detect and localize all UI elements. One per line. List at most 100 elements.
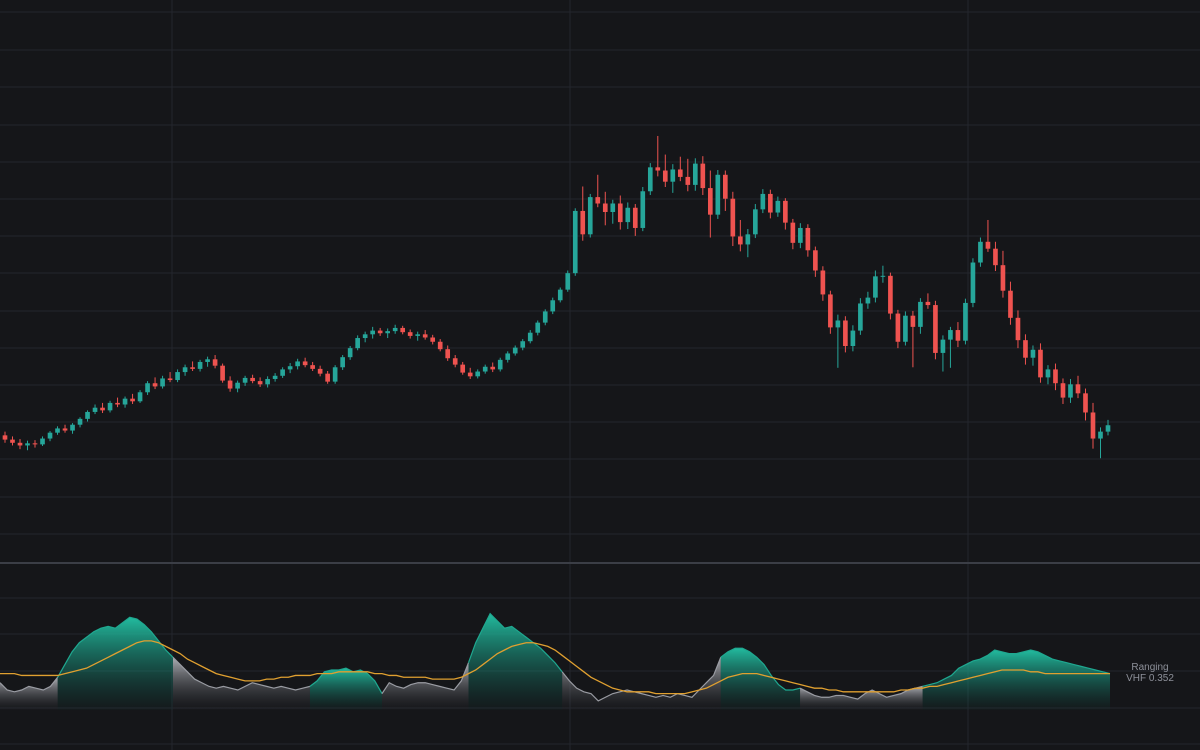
- candle-body: [302, 361, 308, 366]
- candle-body: [1090, 412, 1096, 439]
- candle-body: [640, 191, 646, 228]
- candle-body: [723, 174, 728, 199]
- candle-body: [835, 320, 841, 328]
- candle-body: [768, 193, 773, 213]
- candle-body: [17, 442, 23, 446]
- candle-body: [407, 332, 413, 336]
- candle-body: [707, 188, 713, 215]
- candle: [715, 169, 721, 219]
- candle-body: [1098, 431, 1103, 439]
- candle-body: [310, 365, 315, 369]
- candle-body: [873, 276, 878, 298]
- candle: [903, 311, 908, 346]
- candle: [557, 287, 563, 303]
- candle-body: [850, 330, 856, 347]
- candle-body: [617, 203, 623, 223]
- candle-body: [392, 327, 398, 332]
- candle-body: [610, 203, 616, 213]
- candle-body: [242, 377, 248, 383]
- candle-body: [220, 365, 225, 381]
- candle-body: [948, 330, 953, 340]
- candle-body: [490, 366, 496, 370]
- candle-body: [753, 209, 758, 235]
- candle-body: [1075, 384, 1081, 394]
- candle-body: [647, 167, 653, 192]
- candle-body: [888, 275, 893, 314]
- chart-root: Ranging VHF 0.352: [0, 0, 1200, 750]
- candle-body: [1030, 349, 1036, 358]
- candle-body: [655, 167, 661, 171]
- candle-body: [445, 349, 451, 359]
- candle-body: [332, 367, 338, 382]
- candle-body: [227, 380, 233, 389]
- candle: [572, 208, 578, 276]
- candle-body: [527, 332, 533, 342]
- candle-body: [107, 402, 113, 411]
- candle-body: [828, 294, 833, 328]
- candle-body: [565, 273, 571, 290]
- candle-body: [415, 334, 421, 336]
- candle-body: [55, 428, 60, 433]
- candle-body: [700, 163, 706, 189]
- chart-background: [0, 0, 1200, 750]
- candle-body: [280, 369, 285, 376]
- candle-body: [933, 305, 938, 353]
- candle-body: [1068, 384, 1073, 398]
- candle-body: [632, 207, 638, 228]
- candle-body: [257, 381, 263, 385]
- candle-body: [2, 435, 8, 440]
- candle-body: [190, 367, 195, 369]
- candle-body: [925, 301, 931, 306]
- candle-body: [1015, 317, 1021, 341]
- candle-body: [145, 383, 150, 393]
- candle-body: [813, 250, 818, 271]
- candle-body: [520, 341, 526, 348]
- indicator-value-label: VHF 0.352: [1126, 673, 1174, 684]
- candle-body: [347, 348, 353, 358]
- candle: [220, 363, 225, 383]
- candle-body: [295, 361, 300, 367]
- candle-body: [843, 320, 848, 347]
- candle-body: [437, 341, 443, 350]
- candle-body: [730, 198, 736, 237]
- candle-body: [10, 439, 15, 443]
- candle-body: [92, 407, 98, 412]
- candle-body: [77, 418, 83, 425]
- candle-body: [512, 347, 518, 354]
- candle-body: [625, 207, 631, 223]
- candle-body: [805, 227, 811, 251]
- candle-body: [535, 322, 541, 333]
- candle-body: [452, 358, 458, 365]
- candle-body: [167, 378, 173, 381]
- candle-body: [212, 359, 218, 366]
- candle-body: [970, 262, 976, 303]
- candle: [565, 270, 571, 292]
- candle: [963, 298, 968, 345]
- candle-body: [475, 371, 481, 377]
- candle-body: [542, 311, 548, 323]
- candle-body: [670, 169, 676, 182]
- candle-body: [858, 303, 863, 331]
- candle-body: [370, 330, 375, 335]
- candle-body: [137, 392, 143, 402]
- candle: [587, 193, 593, 238]
- candle-body: [160, 378, 165, 387]
- candle-body: [325, 373, 330, 382]
- candle-body: [775, 200, 781, 213]
- candle-body: [738, 236, 743, 245]
- candle: [970, 258, 976, 308]
- candle: [978, 237, 983, 267]
- candle-body: [760, 193, 766, 210]
- candle-body: [25, 443, 30, 446]
- candle-body: [377, 330, 383, 334]
- candle-body: [662, 170, 668, 182]
- candle-body: [62, 428, 68, 431]
- candle-body: [205, 359, 210, 362]
- candle-body: [130, 398, 135, 402]
- candle-body: [175, 372, 180, 381]
- candle-body: [505, 353, 511, 360]
- candle-body: [790, 222, 796, 243]
- candle-body: [355, 338, 360, 349]
- candle-body: [1060, 383, 1066, 398]
- candle-body: [1053, 369, 1058, 384]
